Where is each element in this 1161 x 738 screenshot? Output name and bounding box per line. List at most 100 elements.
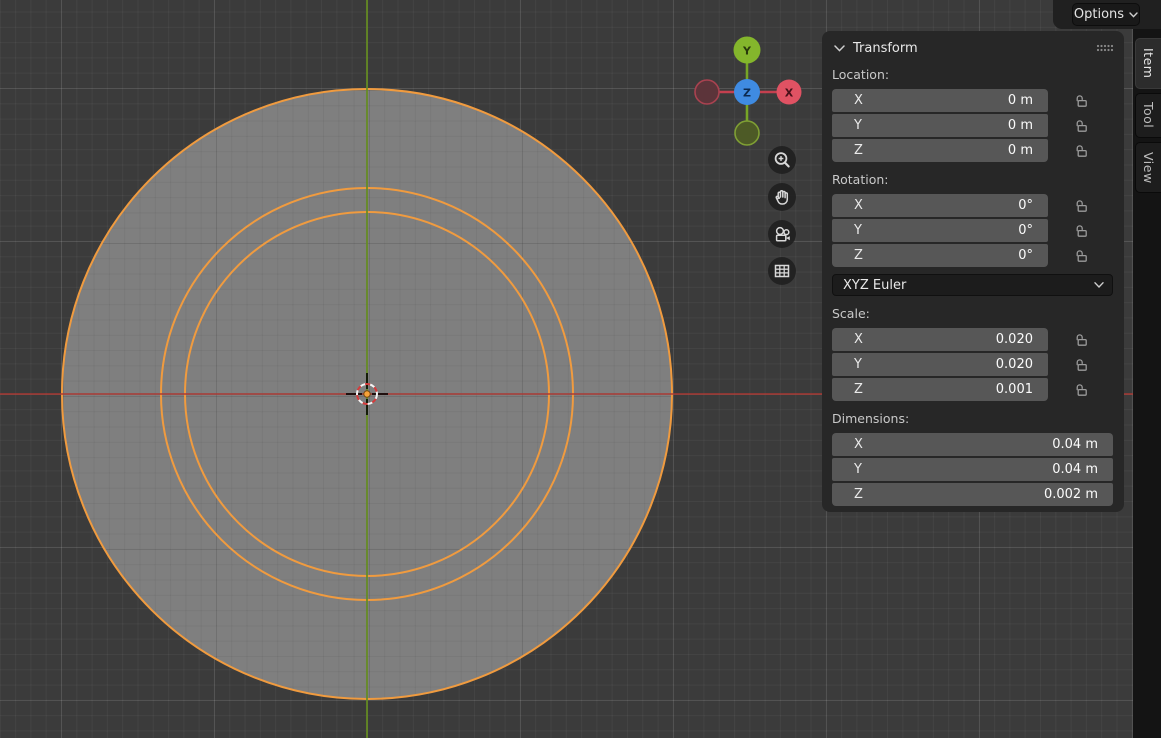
rotation-row-z: Z 0° [832,244,1114,267]
camera-icon [771,223,793,245]
unlock-icon[interactable] [1075,249,1088,263]
field-value: 0.04 m [1052,437,1098,452]
pan-button[interactable] [768,183,796,211]
rotation-x-lock[interactable] [1048,199,1114,213]
scale-y-field[interactable]: Y 0.020 [832,353,1048,376]
rotation-x-field[interactable]: X 0° [832,194,1048,217]
location-field-group: X 0 m Y 0 m Z 0 m [832,89,1114,162]
gizmo-y-ball[interactable]: Y [734,37,761,64]
camera-view-button[interactable] [768,220,796,248]
scale-field-group: X 0.020 Y 0.020 Z 0.001 [832,328,1114,401]
field-value: 0.002 m [1044,487,1098,502]
dimensions-x-field[interactable]: X 0.04 m [832,433,1113,456]
rotation-section-label: Rotation: [832,172,1114,188]
field-value: 0° [1018,223,1033,238]
location-x-lock[interactable] [1048,94,1114,108]
axis-label: Y [854,223,862,238]
dimensions-z-field[interactable]: Z 0.002 m [832,483,1113,506]
panel-collapse-chevron-icon[interactable] [834,45,845,52]
unlock-icon[interactable] [1075,333,1088,347]
blender-window: Y X Z [0,0,1161,738]
axis-label: Y [854,462,862,477]
rotation-y-lock[interactable] [1048,224,1114,238]
axis-label: X [854,93,863,108]
field-value: 0 m [1008,93,1033,108]
panel-drag-grip-icon[interactable] [1096,44,1114,52]
axis-label: X [854,437,863,452]
transform-panel-body: Location: X 0 m Y 0 m Z 0 m Rotation: [832,67,1114,506]
zoom-button[interactable] [768,146,796,174]
field-value: 0° [1018,198,1033,213]
transform-panel-header[interactable]: Transform [832,39,1114,57]
axis-label: X [854,332,863,347]
object-origin-dot [364,391,370,397]
viewport-tool-buttons [768,146,796,285]
location-x-field[interactable]: X 0 m [832,89,1048,112]
location-row-y: Y 0 m [832,114,1114,137]
gizmo-negative-x-ball[interactable] [695,80,719,104]
rotation-z-field[interactable]: Z 0° [832,244,1048,267]
scale-y-lock[interactable] [1048,358,1114,372]
axis-label: X [854,198,863,213]
location-y-lock[interactable] [1048,119,1114,133]
transform-panel: Transform Location: X 0 m Y 0 m [822,31,1124,512]
hand-icon [771,186,793,208]
field-value: 0.04 m [1052,462,1098,477]
rotation-row-y: Y 0° [832,219,1114,242]
navigation-gizmo[interactable]: Y X Z [688,32,808,152]
dimensions-row-z: Z 0.002 m [832,483,1114,506]
field-value: 0.020 [996,332,1033,347]
chevron-down-icon [1129,12,1138,18]
scale-z-lock[interactable] [1048,383,1114,397]
unlock-icon[interactable] [1075,199,1088,213]
gizmo-y-label: Y [742,45,752,58]
location-z-lock[interactable] [1048,144,1114,158]
field-value: 0 m [1008,118,1033,133]
unlock-icon[interactable] [1075,144,1088,158]
dimensions-y-field[interactable]: Y 0.04 m [832,458,1113,481]
unlock-icon[interactable] [1075,224,1088,238]
grid-icon [771,260,793,282]
scale-section-label: Scale: [832,306,1114,322]
scale-z-field[interactable]: Z 0.001 [832,378,1048,401]
field-value: 0° [1018,248,1033,263]
field-value: 0 m [1008,143,1033,158]
axis-label: Y [854,357,862,372]
location-row-x: X 0 m [832,89,1114,112]
options-button[interactable]: Options [1072,3,1140,26]
unlock-icon[interactable] [1075,383,1088,397]
options-button-label: Options [1074,7,1124,22]
sidebar-tab-column: Item Tool View [1133,0,1161,738]
unlock-icon[interactable] [1075,358,1088,372]
dimensions-section-label: Dimensions: [832,411,1114,427]
field-value: 0.001 [996,382,1033,397]
unlock-icon[interactable] [1075,119,1088,133]
unlock-icon[interactable] [1075,94,1088,108]
gizmo-x-ball[interactable]: X [777,80,802,105]
viewport-header-corner: Options [1053,0,1161,29]
location-section-label: Location: [832,67,1114,83]
rotation-z-lock[interactable] [1048,249,1114,263]
location-y-field[interactable]: Y 0 m [832,114,1048,137]
orthographic-grid-button[interactable] [768,257,796,285]
magnifier-plus-icon [771,149,793,171]
rotation-field-group: X 0° Y 0° Z 0° [832,194,1114,267]
field-value: 0.020 [996,357,1033,372]
rotation-y-field[interactable]: Y 0° [832,219,1048,242]
rotation-mode-dropdown[interactable]: XYZ Euler [832,274,1113,296]
scale-x-lock[interactable] [1048,333,1114,347]
panel-title: Transform [853,41,1096,56]
scale-row-y: Y 0.020 [832,353,1114,376]
dimensions-row-y: Y 0.04 m [832,458,1114,481]
sidebar-tab-view[interactable]: View [1135,142,1161,193]
chevron-down-icon [1094,282,1104,288]
location-row-z: Z 0 m [832,139,1114,162]
gizmo-negative-y-ball[interactable] [735,121,759,145]
axis-label: Z [854,487,863,502]
axis-label: Y [854,118,862,133]
scale-x-field[interactable]: X 0.020 [832,328,1048,351]
gizmo-z-ball[interactable]: Z [734,79,760,105]
sidebar-tab-tool[interactable]: Tool [1135,93,1161,138]
sidebar-tab-item[interactable]: Item [1135,38,1161,89]
location-z-field[interactable]: Z 0 m [832,139,1048,162]
